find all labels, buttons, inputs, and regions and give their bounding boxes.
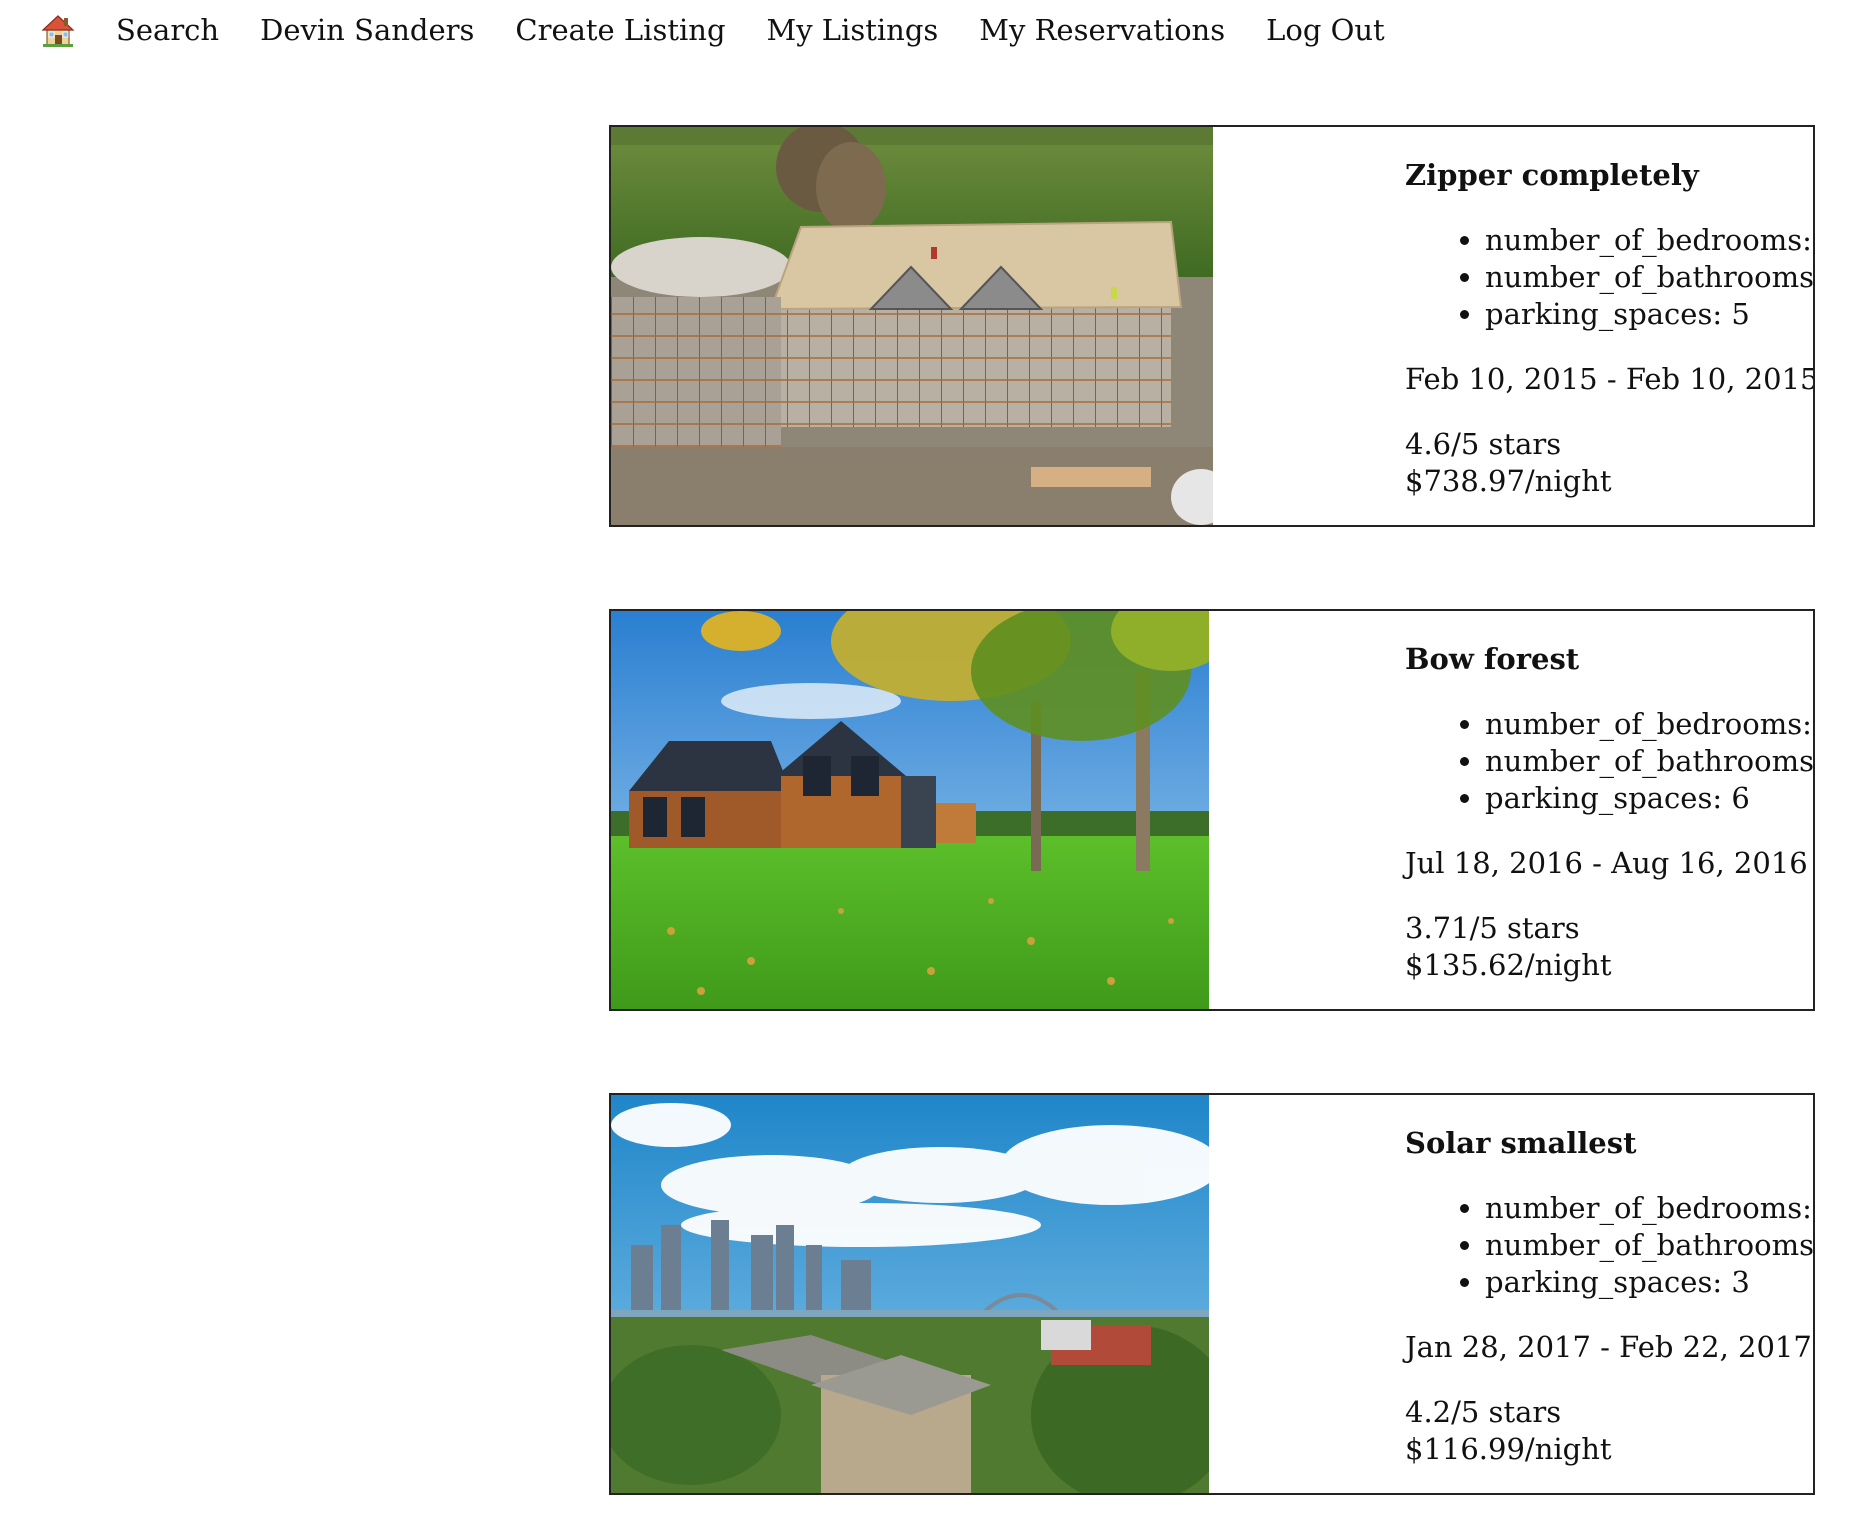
listing-rating: 4.2/5 stars	[1405, 1395, 1562, 1429]
listing-rating: 4.6/5 stars	[1405, 427, 1562, 461]
feature-bedrooms: number_of_bedrooms: 2	[1485, 706, 1813, 743]
nav-my-listings-link[interactable]: My Listings	[767, 13, 939, 47]
feature-parking: parking_spaces: 5	[1485, 296, 1813, 333]
listing-info: Solar smallest number_of_bedrooms: 9 num…	[1405, 1125, 1813, 1468]
feature-parking: parking_spaces: 3	[1485, 1264, 1813, 1301]
feature-bedrooms: number_of_bedrooms: 0	[1485, 222, 1813, 259]
nav-user-profile-link[interactable]: Devin Sanders	[260, 13, 474, 47]
listing-dates: Jul 18, 2016 - Aug 16, 2016	[1405, 846, 1808, 880]
listing-features: number_of_bedrooms: 9 number_of_bathroom…	[1405, 1190, 1813, 1301]
listing-info: Bow forest number_of_bedrooms: 2 number_…	[1405, 641, 1813, 984]
nav-my-reservations-link[interactable]: My Reservations	[979, 13, 1225, 47]
listing-info: Zipper completely number_of_bedrooms: 0 …	[1405, 157, 1815, 500]
feature-bathrooms: number_of_bathrooms: 9	[1485, 743, 1813, 780]
listing-dates: Feb 10, 2015 - Feb 10, 2015	[1405, 362, 1815, 396]
feature-bathrooms: number_of_bathrooms: 1	[1485, 1227, 1813, 1264]
listing-title: Zipper completely	[1405, 158, 1699, 192]
feature-parking: parking_spaces: 6	[1485, 780, 1813, 817]
listing-price: $738.97/night	[1405, 464, 1612, 498]
listing-card[interactable]: Solar smallest number_of_bedrooms: 9 num…	[609, 1093, 1815, 1495]
nav-create-listing-link[interactable]: Create Listing	[515, 13, 725, 47]
nav-log-out-link[interactable]: Log Out	[1266, 13, 1385, 47]
listing-title: Solar smallest	[1405, 1126, 1637, 1160]
listing-price: $116.99/night	[1405, 1432, 1612, 1466]
feature-bedrooms: number_of_bedrooms: 9	[1485, 1190, 1813, 1227]
feature-bathrooms: number_of_bathrooms: 0	[1485, 259, 1813, 296]
listing-rating: 3.71/5 stars	[1405, 911, 1580, 945]
listing-title: Bow forest	[1405, 642, 1580, 676]
listing-features: number_of_bedrooms: 0 number_of_bathroom…	[1405, 222, 1813, 333]
listing-price: $135.62/night	[1405, 948, 1612, 982]
listing-card[interactable]: Zipper completely number_of_bedrooms: 0 …	[609, 125, 1815, 527]
nav-search-link[interactable]: Search	[116, 13, 219, 47]
listing-photo[interactable]	[611, 127, 1213, 525]
listing-photo[interactable]	[611, 611, 1209, 1009]
listing-card[interactable]: Bow forest number_of_bedrooms: 2 number_…	[609, 609, 1815, 1011]
listing-photo[interactable]	[611, 1095, 1209, 1493]
listing-dates: Jan 28, 2017 - Feb 22, 2017	[1405, 1330, 1812, 1364]
listing-features: number_of_bedrooms: 2 number_of_bathroom…	[1405, 706, 1813, 817]
home-icon[interactable]	[40, 12, 76, 48]
top-nav: Search Devin Sanders Create Listing My L…	[40, 8, 1426, 52]
